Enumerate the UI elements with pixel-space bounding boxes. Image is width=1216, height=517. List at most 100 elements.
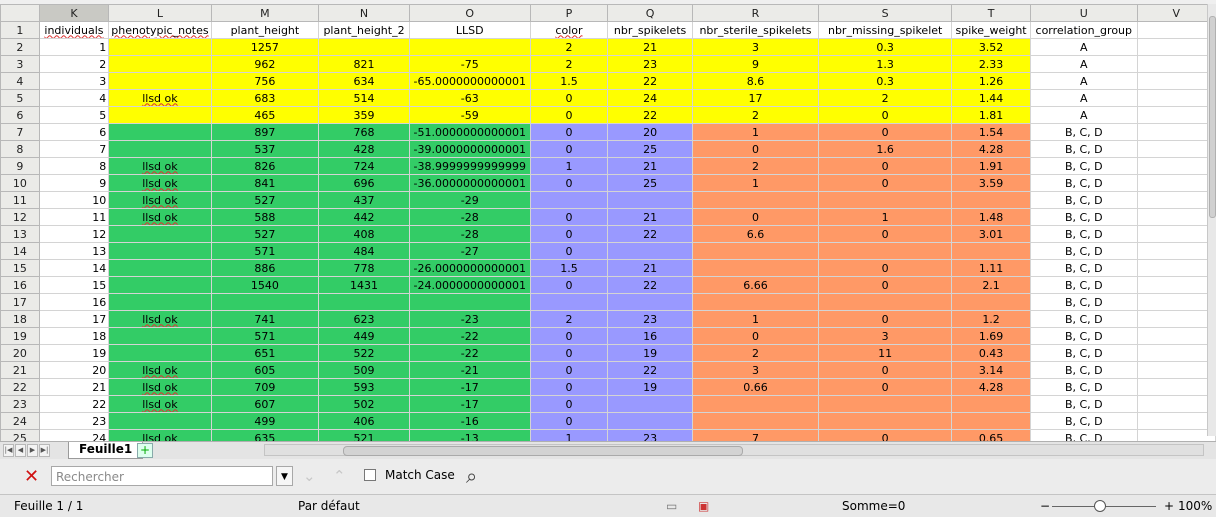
grid-cell[interactable]: 5	[38, 106, 110, 124]
row-header-14[interactable]: 14	[0, 242, 40, 260]
grid-cell[interactable]: 19	[607, 378, 693, 396]
grid-cell[interactable]	[691, 242, 820, 260]
column-title-cell[interactable]	[1136, 21, 1216, 39]
horizontal-scrollbar[interactable]	[264, 444, 1204, 456]
grid-cell[interactable]: 21	[607, 38, 693, 56]
grid-cell[interactable]: 502	[318, 395, 410, 413]
grid-cell[interactable]: -28	[408, 208, 531, 226]
row-header-23[interactable]: 23	[0, 395, 40, 413]
row-header-19[interactable]: 19	[0, 327, 40, 345]
grid-cell[interactable]: 2	[529, 55, 609, 73]
column-title-cell[interactable]: plant_height	[210, 21, 320, 39]
grid-cell[interactable]: 25	[607, 140, 693, 158]
grid-cell[interactable]: 0	[529, 140, 609, 158]
grid-cell[interactable]: 897	[210, 123, 320, 141]
column-header-m[interactable]: M	[210, 4, 320, 22]
grid-cell[interactable]: 23	[607, 310, 693, 328]
grid-cell[interactable]: 24	[607, 89, 693, 107]
grid-cell[interactable]: 406	[318, 412, 410, 430]
grid-cell[interactable]: 21	[607, 259, 693, 277]
grid-cell[interactable]: 0	[818, 157, 953, 175]
find-next-icon[interactable]: ⌄	[303, 467, 316, 485]
grid-cell[interactable]: 9	[691, 55, 820, 73]
grid-cell[interactable]: 23	[38, 412, 110, 430]
grid-cell[interactable]: 2	[38, 55, 110, 73]
grid-cell[interactable]: 22	[607, 361, 693, 379]
grid-cell[interactable]	[108, 55, 212, 73]
grid-cell[interactable]: A	[1029, 89, 1138, 107]
grid-cell[interactable]: 21	[38, 378, 110, 396]
zoom-out-icon[interactable]: −	[1040, 495, 1050, 517]
search-input[interactable]: Rechercher	[51, 466, 273, 486]
grid-cell[interactable]: 11	[818, 344, 953, 362]
grid-cell[interactable]: -28	[408, 225, 531, 243]
grid-cell[interactable]: 0	[818, 361, 953, 379]
grid-cell[interactable]: 1540	[210, 276, 320, 294]
row-header-20[interactable]: 20	[0, 344, 40, 362]
grid-cell[interactable]: 0	[818, 106, 953, 124]
grid-cell[interactable]: 821	[318, 55, 410, 73]
grid-cell[interactable]: 0	[529, 344, 609, 362]
grid-cell[interactable]: 1	[529, 157, 609, 175]
grid-cell[interactable]	[951, 412, 1031, 430]
column-title-cell[interactable]: spike_weight	[951, 21, 1031, 39]
grid-cell[interactable]: 0	[529, 242, 609, 260]
grid-cell[interactable]: -23	[408, 310, 531, 328]
grid-cell[interactable]: -24.0000000000001	[408, 276, 531, 294]
grid-cell[interactable]	[691, 293, 820, 311]
grid-cell[interactable]: 527	[210, 191, 320, 209]
grid-cell[interactable]	[818, 191, 953, 209]
grid-cell[interactable]	[691, 191, 820, 209]
grid-cell[interactable]: 17	[38, 310, 110, 328]
grid-cell[interactable]: 12	[38, 225, 110, 243]
grid-cell[interactable]: 826	[210, 157, 320, 175]
grid-cell[interactable]: -22	[408, 344, 531, 362]
grid-cell[interactable]: 1	[691, 310, 820, 328]
grid-cell[interactable]: 0.3	[818, 72, 953, 90]
row-header-13[interactable]: 13	[0, 225, 40, 243]
grid-cell[interactable]	[1136, 310, 1216, 328]
grid-cell[interactable]	[108, 327, 212, 345]
grid-cell[interactable]: B, C, D	[1029, 378, 1138, 396]
grid-cell[interactable]: 10	[38, 191, 110, 209]
grid-cell[interactable]: 2	[529, 38, 609, 56]
grid-cell[interactable]	[108, 106, 212, 124]
grid-cell[interactable]: -16	[408, 412, 531, 430]
grid-cell[interactable]: 0.43	[951, 344, 1031, 362]
grid-cell[interactable]	[1136, 106, 1216, 124]
grid-cell[interactable]: 1.6	[818, 140, 953, 158]
grid-cell[interactable]	[1136, 395, 1216, 413]
column-header-s[interactable]: S	[818, 4, 953, 22]
grid-cell[interactable]: -27	[408, 242, 531, 260]
column-title-cell[interactable]: LLSD	[408, 21, 531, 39]
grid-cell[interactable]: B, C, D	[1029, 310, 1138, 328]
column-header-n[interactable]: N	[318, 4, 410, 22]
grid-cell[interactable]: B, C, D	[1029, 361, 1138, 379]
grid-cell[interactable]	[1136, 378, 1216, 396]
grid-cell[interactable]: 571	[210, 327, 320, 345]
row-header-8[interactable]: 8	[0, 140, 40, 158]
grid-cell[interactable]: 449	[318, 327, 410, 345]
grid-cell[interactable]: 2	[691, 157, 820, 175]
grid-cell[interactable]: 484	[318, 242, 410, 260]
grid-cell[interactable]: 0	[818, 225, 953, 243]
grid-cell[interactable]: 0	[818, 276, 953, 294]
grid-cell[interactable]	[1136, 123, 1216, 141]
find-all-icon[interactable]: ⌕	[466, 464, 477, 488]
grid-cell[interactable]: 0	[529, 174, 609, 192]
grid-cell[interactable]: 22	[607, 72, 693, 90]
grid-cell[interactable]	[951, 191, 1031, 209]
grid-cell[interactable]	[108, 276, 212, 294]
row-header-11[interactable]: 11	[0, 191, 40, 209]
grid-cell[interactable]: 2.33	[951, 55, 1031, 73]
column-header-v[interactable]: V	[1136, 4, 1216, 22]
grid-cell[interactable]: 3	[818, 327, 953, 345]
grid-cell[interactable]: B, C, D	[1029, 293, 1138, 311]
grid-cell[interactable]: B, C, D	[1029, 412, 1138, 430]
grid-cell[interactable]: 22	[607, 276, 693, 294]
grid-cell[interactable]: llsd ok	[108, 157, 212, 175]
grid-cell[interactable]: 3.01	[951, 225, 1031, 243]
grid-cell[interactable]: 607	[210, 395, 320, 413]
grid-cell[interactable]: A	[1029, 72, 1138, 90]
grid-cell[interactable]: 7	[38, 140, 110, 158]
